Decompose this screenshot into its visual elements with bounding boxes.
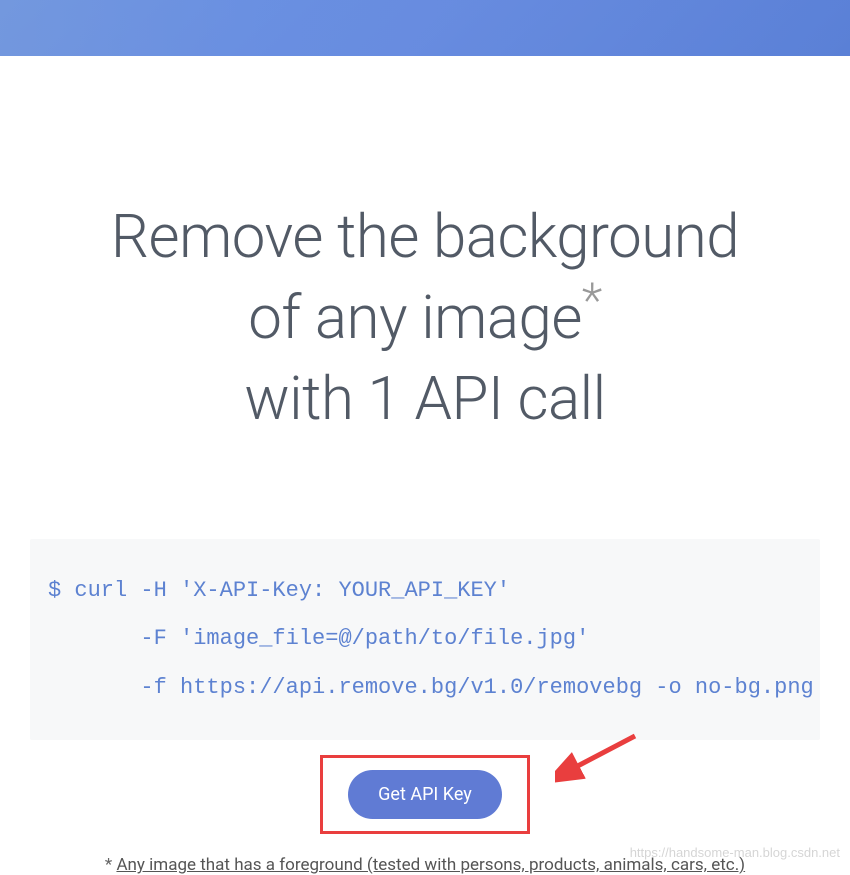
watermark: https://handsome-man.blog.csdn.net <box>630 845 840 860</box>
headline-line3: with 1 API call <box>244 363 605 434</box>
code-line-2: -F 'image_file=@/path/to/file.jpg' <box>48 615 802 663</box>
button-wrapper: Get API Key <box>348 770 502 819</box>
hero-banner <box>0 0 850 56</box>
code-line-3: -f https://api.remove.bg/v1.0/removebg -… <box>48 664 802 712</box>
get-api-key-button[interactable]: Get API Key <box>348 770 502 819</box>
main-content: Remove the background of any image* with… <box>0 56 850 875</box>
asterisk-icon: * <box>582 272 602 329</box>
code-line-1: $ curl -H 'X-API-Key: YOUR_API_KEY' <box>48 567 802 615</box>
footnote-marker: * <box>105 855 117 875</box>
headline-line2: of any image <box>248 282 582 353</box>
headline-line1: Remove the background <box>111 201 739 272</box>
page-headline: Remove the background of any image* with… <box>30 196 820 439</box>
code-example: $ curl -H 'X-API-Key: YOUR_API_KEY' -F '… <box>30 539 820 740</box>
